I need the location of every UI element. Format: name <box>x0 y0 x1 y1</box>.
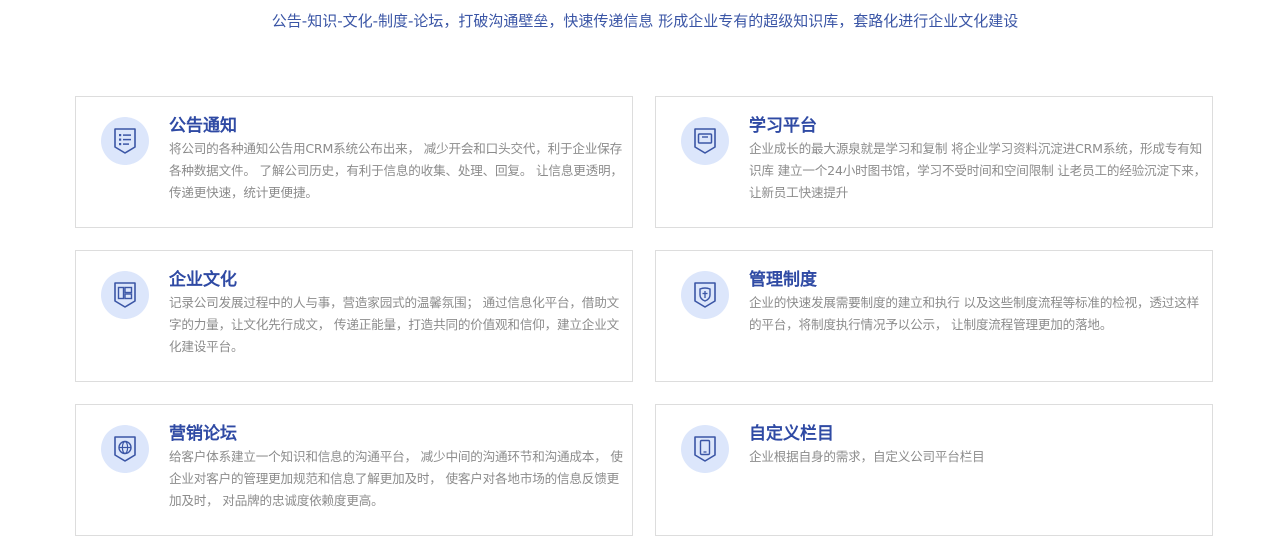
tablet-icon <box>681 425 729 473</box>
card-description: 记录公司发展过程中的人与事，营造家园式的温馨氛围； 通过信息化平台，借助文字的力… <box>169 295 619 354</box>
card-description: 将公司的各种通知公告用CRM系统公布出来， 减少开会和口头交代，利于企业保存各种… <box>169 141 623 200</box>
monitor-icon <box>681 117 729 165</box>
card-title: 管理制度 <box>749 270 817 290</box>
feature-card-announcements: 公告通知 将公司的各种通知公告用CRM系统公布出来， 减少开会和口头交代，利于企… <box>75 96 633 228</box>
card-description: 企业的快速发展需要制度的建立和执行 以及这些制度流程等标准的检视，透过这样的平台… <box>749 295 1199 332</box>
card-description: 企业成长的最大源泉就是学习和复制 将企业学习资料沉淀进CRM系统，形成专有知识库… <box>749 141 1207 200</box>
feature-card-custom-columns: 自定义栏目 企业根据自身的需求，自定义公司平台栏目 <box>655 404 1213 536</box>
page-subtitle: 公告-知识-文化-制度-论坛，打破沟通壁垒，快速传递信息 形成企业专有的超级知识… <box>271 12 1019 30</box>
feature-card-forum: 营销论坛 给客户体系建立一个知识和信息的沟通平台， 减少中间的沟通环节和沟通成本… <box>75 404 633 536</box>
card-description: 企业根据自身的需求，自定义公司平台栏目 <box>749 449 985 464</box>
list-icon <box>101 117 149 165</box>
card-title: 企业文化 <box>169 270 237 290</box>
globe-icon <box>101 425 149 473</box>
card-title: 学习平台 <box>749 116 817 136</box>
card-description: 给客户体系建立一个知识和信息的沟通平台， 减少中间的沟通环节和沟通成本， 使企业… <box>169 449 623 508</box>
card-title: 自定义栏目 <box>749 424 834 444</box>
feature-card-management: 管理制度 企业的快速发展需要制度的建立和执行 以及这些制度流程等标准的检视，透过… <box>655 250 1213 382</box>
card-title: 公告通知 <box>169 116 237 136</box>
feature-card-learning: 学习平台 企业成长的最大源泉就是学习和复制 将企业学习资料沉淀进CRM系统，形成… <box>655 96 1213 228</box>
feature-card-culture: 企业文化 记录公司发展过程中的人与事，营造家园式的温馨氛围； 通过信息化平台，借… <box>75 250 633 382</box>
layout-icon <box>101 271 149 319</box>
card-title: 营销论坛 <box>169 424 237 444</box>
shield-icon <box>681 271 729 319</box>
